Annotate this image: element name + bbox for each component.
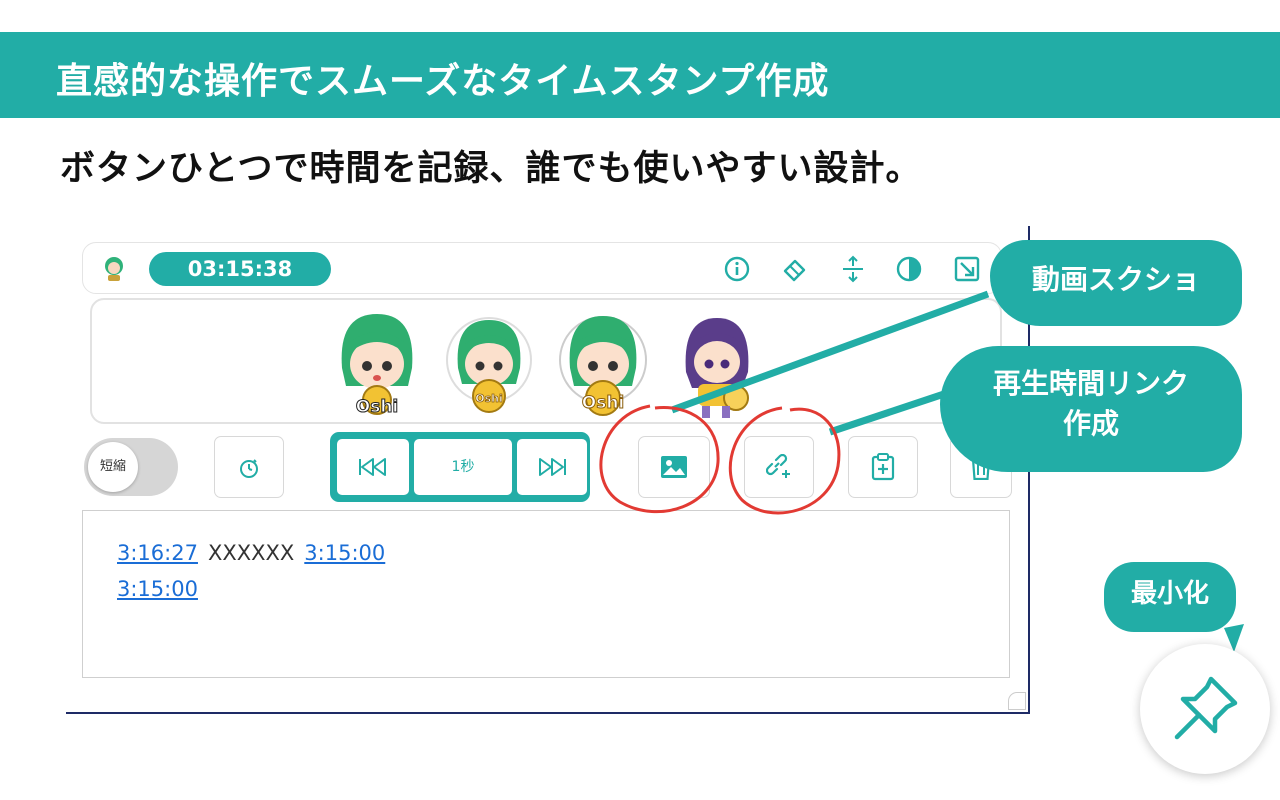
resize-handle[interactable] [1008,692,1026,710]
callout-screenshot: 動画スクショ [990,240,1242,326]
skip-back-button[interactable] [337,439,409,495]
elapsed-time-display: 03:15:38 [149,252,331,286]
log-line: 3:16:27 XXXXXX 3:15:00 [117,541,385,565]
screenshot-button[interactable] [638,436,710,498]
skip-forward-icon [539,458,566,476]
callout-screenshot-label: 動画スクショ [1031,263,1200,296]
log-comment: XXXXXX [207,541,295,565]
svg-text:Oshi: Oshi [356,397,399,417]
toolbar: 03:15:38 [82,242,1002,294]
callout-link: 再生時間リンク 作成 [940,346,1242,472]
info-icon[interactable] [723,255,751,283]
window-border-bottom [66,712,1030,714]
callout-minimize: 最小化 [1104,562,1236,632]
screenshot-icon [661,456,687,478]
collapse-window-icon[interactable] [953,255,981,283]
shorten-toggle-label: 短縮 [88,442,138,492]
app-window: 03:15:38 Oshi Oshi Oshi 短縮 1秒 3:16:27 XX… [66,226,1032,716]
log-line: 3:15:00 [117,577,198,601]
svg-text:Oshi: Oshi [582,393,625,413]
callout-minimize-label: 最小化 [1130,579,1209,609]
minimize-button[interactable] [1140,644,1270,774]
contrast-icon[interactable] [895,255,923,283]
user-avatar-icon[interactable] [101,255,127,281]
timestamp-link[interactable]: 3:15:00 [117,577,198,601]
pin-icon [1174,676,1238,740]
character-avatar[interactable]: Oshi [332,308,422,420]
banner-title: 直感的な操作でスムーズなタイムスタンプ作成 [56,61,830,102]
seek-step-value: 1秒 [451,459,475,475]
callout-link-line1: 再生時間リンク [992,367,1189,400]
skip-back-icon [359,458,386,476]
page-subtitle: ボタンひとつで時間を記録、誰でも使いやすい設計。 [60,149,922,189]
timestamp-log[interactable]: 3:16:27 XXXXXX 3:15:00 3:15:00 [82,510,1010,678]
resize-vertical-icon[interactable] [839,255,867,283]
control-row: 短縮 1秒 [82,432,1012,502]
link-icon [766,454,790,478]
character-panel: Oshi Oshi Oshi [90,298,1002,424]
shorten-toggle[interactable]: 短縮 [84,438,178,496]
copy-to-clipboard-button[interactable] [848,436,918,498]
seek-controls: 1秒 [330,432,590,502]
clipboard-add-icon [871,453,895,481]
callout-link-line2: 作成 [1062,407,1119,440]
character-avatar[interactable]: Oshi [444,308,534,420]
stopwatch-button[interactable] [214,436,284,498]
character-avatar[interactable] [672,308,762,420]
seek-step-field[interactable]: 1秒 [414,439,512,495]
character-avatar[interactable]: Oshi [558,308,648,420]
timestamp-link[interactable]: 3:15:00 [304,541,385,565]
skip-forward-button[interactable] [517,439,587,495]
svg-text:Oshi: Oshi [475,392,503,405]
create-link-button[interactable] [744,436,814,498]
timestamp-link[interactable]: 3:16:27 [117,541,198,565]
header-banner: 直感的な操作でスムーズなタイムスタンプ作成 [0,32,1280,118]
stopwatch-icon [240,459,258,478]
eraser-icon[interactable] [781,255,809,283]
